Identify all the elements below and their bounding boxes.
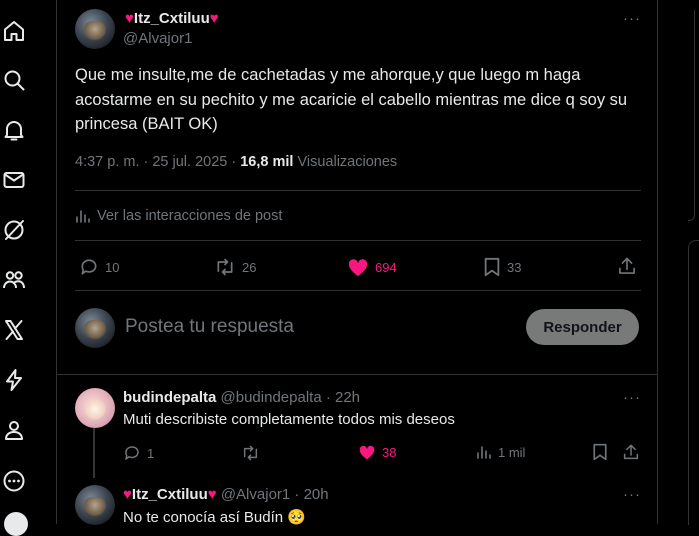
reply-views-button[interactable]: 1 mil	[476, 444, 525, 460]
x-premium-icon[interactable]	[0, 316, 28, 344]
bookmark-count: 33	[507, 259, 522, 275]
divider	[75, 290, 641, 291]
reply-more-button[interactable]: ···	[623, 389, 641, 406]
divider	[57, 374, 657, 375]
analytics-icon	[76, 210, 90, 223]
reply-text-content: No te conocía así Budín	[123, 509, 284, 526]
respond-button[interactable]: Responder	[526, 309, 639, 345]
pleading-emoji: 🥺	[287, 509, 306, 526]
reply-more-button[interactable]: ···	[623, 486, 641, 503]
views-label: Visualizaciones	[297, 154, 398, 170]
heart-emoji: ♥	[125, 10, 134, 27]
like-count: 694	[375, 259, 397, 275]
share-icon	[623, 444, 639, 460]
repost-button[interactable]: 26	[214, 257, 256, 277]
reply-like-button[interactable]: 38	[358, 444, 396, 460]
bookmark-button[interactable]: 33	[483, 257, 521, 277]
reply-display-name[interactable]: ♥Itz_Cxtiluu♥	[123, 486, 217, 503]
reply-header: budindepalta @budindepalta · 22h	[123, 389, 360, 406]
reply-text: Muti describiste completamente todos mis…	[123, 411, 455, 428]
reply-text: No te conocía así Budín 🥺	[123, 508, 306, 526]
author-handle[interactable]: @Alvajor1	[123, 30, 192, 47]
reply-avatar[interactable]	[75, 485, 115, 525]
communities-icon[interactable]	[0, 266, 28, 294]
verified-orgs-icon[interactable]	[0, 366, 28, 394]
views-count: 16,8 mil	[240, 154, 294, 170]
analytics-icon	[477, 446, 491, 459]
heart-filled-icon	[348, 259, 368, 277]
repost-icon	[243, 445, 258, 461]
author-display-name: Itz_Cxtiluu	[133, 10, 210, 27]
column-border-right	[657, 0, 658, 524]
repost-icon	[217, 258, 233, 276]
reply-repost-button[interactable]	[241, 444, 266, 462]
author-name[interactable]: ♥Itz_Cxtiluu♥	[125, 10, 219, 27]
account-avatar[interactable]	[4, 512, 28, 536]
reply-display-name-text: Itz_Cxtiluu	[131, 486, 208, 503]
messages-icon[interactable]	[0, 166, 28, 194]
bookmark-icon	[484, 257, 500, 277]
grok-icon[interactable]	[0, 216, 28, 244]
post-timestamp[interactable]: 4:37 p. m. · 25 jul. 2025 ·	[75, 154, 236, 170]
reply-views-count: 1 mil	[498, 444, 526, 460]
view-interactions-label: Ver las interacciones de post	[97, 208, 283, 224]
heart-emoji: ♥	[209, 10, 219, 27]
divider	[75, 240, 641, 241]
notifications-icon[interactable]	[0, 116, 28, 144]
author-avatar[interactable]	[75, 9, 115, 49]
divider	[75, 190, 641, 191]
reply-display-name[interactable]: budindepalta	[123, 389, 216, 406]
sidebar-panel-edge	[688, 10, 695, 221]
reply-icon	[125, 446, 139, 460]
reply-share-button[interactable]	[622, 443, 640, 461]
reply-handle[interactable]: @Alvajor1 · 20h	[221, 486, 329, 503]
more-icon[interactable]	[0, 467, 28, 495]
reply-header: ♥Itz_Cxtiluu♥ @Alvajor1 · 20h	[123, 486, 329, 503]
post-meta: 4:37 p. m. · 25 jul. 2025 · 16,8 mil Vis…	[75, 154, 397, 170]
more-options-button[interactable]: ···	[623, 10, 641, 27]
heart-emoji: ♥	[207, 486, 217, 503]
sidebar-panel-edge	[688, 240, 699, 525]
reply-reply-button[interactable]: 1	[123, 444, 154, 462]
heart-emoji: ♥	[123, 486, 132, 503]
share-icon	[619, 257, 635, 274]
search-icon[interactable]	[0, 66, 28, 94]
reply-button[interactable]: 10	[79, 257, 119, 277]
view-interactions-link[interactable]: Ver las interacciones de post	[75, 208, 282, 224]
reply-avatar[interactable]	[75, 388, 115, 428]
composer-avatar	[75, 308, 115, 348]
reply-handle[interactable]: @budindepalta · 22h	[221, 389, 361, 406]
like-button[interactable]: 694	[347, 257, 397, 277]
share-button[interactable]	[617, 256, 637, 276]
reply-input[interactable]: Postea tu respuesta	[125, 316, 294, 338]
post-text: Que me insulte,me de cachetadas y me aho…	[75, 66, 628, 133]
reply-reply-count: 1	[147, 445, 155, 461]
side-nav	[0, 0, 30, 536]
repost-count: 26	[242, 259, 257, 275]
reply-bookmark-button[interactable]	[592, 443, 608, 461]
column-border-left	[56, 0, 57, 524]
reply-icon	[81, 259, 97, 275]
reply-count: 10	[105, 259, 120, 275]
bookmark-icon	[593, 443, 607, 461]
profile-icon[interactable]	[0, 416, 28, 444]
reply-like-count: 38	[382, 444, 397, 460]
thread-line	[93, 428, 95, 478]
home-icon[interactable]	[0, 17, 28, 45]
heart-filled-icon	[359, 445, 375, 460]
